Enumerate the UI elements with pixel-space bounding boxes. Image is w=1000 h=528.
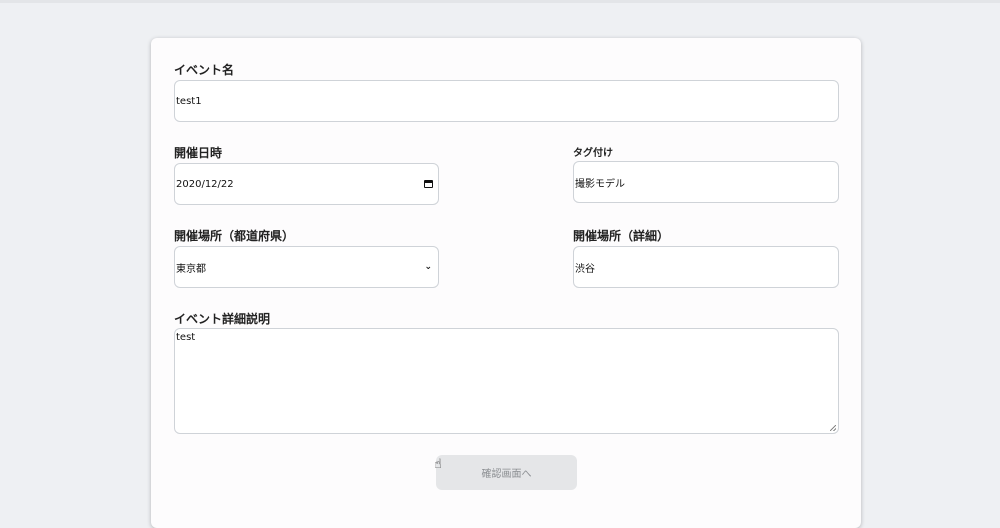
description-value: test [176,332,196,343]
event-name-label: イベント名 [174,63,235,77]
tags-label: タグ付け [573,148,613,159]
date-input[interactable]: 2020/12/22 [174,163,439,205]
description-textarea[interactable]: test [174,328,839,434]
event-name-input[interactable]: test1 [174,80,839,122]
top-edge [0,0,1000,3]
place-detail-label: 開催場所（詳細） [573,229,670,243]
confirm-button-label: 確認画面へ [481,469,532,480]
place-detail-value: 渋谷 [575,263,595,275]
prefecture-value: 東京都 [176,263,206,275]
place-detail-input[interactable]: 渋谷 [573,246,839,288]
confirm-button[interactable]: 確認画面へ [436,455,577,490]
date-label: 開催日時 [174,146,223,160]
tags-input[interactable]: 撮影モデル [573,161,839,203]
prefecture-select[interactable]: 東京都 ⌄ [174,246,439,288]
description-label: イベント詳細説明 [174,312,271,326]
hand-pointer-icon: ☝ [434,457,442,472]
tags-value: 撮影モデル [575,178,625,190]
date-value: 2020/12/22 [176,178,234,190]
event-name-value: test1 [176,95,202,107]
chevron-down-icon: ⌄ [424,262,432,272]
calendar-icon[interactable] [424,180,433,188]
resize-handle-icon[interactable] [830,425,836,431]
prefecture-label: 開催場所（都道府県） [174,229,295,243]
